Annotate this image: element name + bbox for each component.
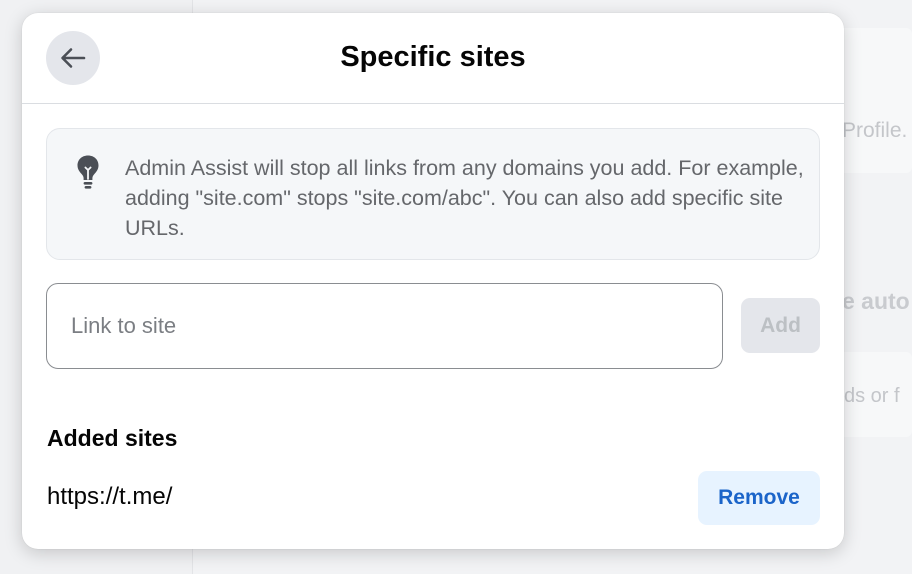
specific-sites-dialog: Specific sites Admin Assist will stop al… xyxy=(22,13,844,549)
site-url: https://t.me/ xyxy=(47,483,173,510)
lightbulb-icon xyxy=(77,155,99,189)
dialog-title: Specific sites xyxy=(340,41,526,73)
background-auto-text: e auto xyxy=(842,288,910,314)
added-sites-heading: Added sites xyxy=(47,425,178,451)
add-button[interactable]: Add xyxy=(741,298,820,353)
dialog-header: Specific sites xyxy=(22,13,844,104)
added-site-row: https://t.me/ Remove xyxy=(46,469,820,525)
background-words-text: ds or f xyxy=(844,385,900,407)
remove-site-button[interactable]: Remove xyxy=(698,471,820,525)
info-banner: Admin Assist will stop all links from an… xyxy=(46,128,820,260)
background-profile-text: Profile. xyxy=(842,119,908,142)
info-text: Admin Assist will stop all links from an… xyxy=(125,156,804,240)
link-to-site-input[interactable] xyxy=(46,283,723,369)
